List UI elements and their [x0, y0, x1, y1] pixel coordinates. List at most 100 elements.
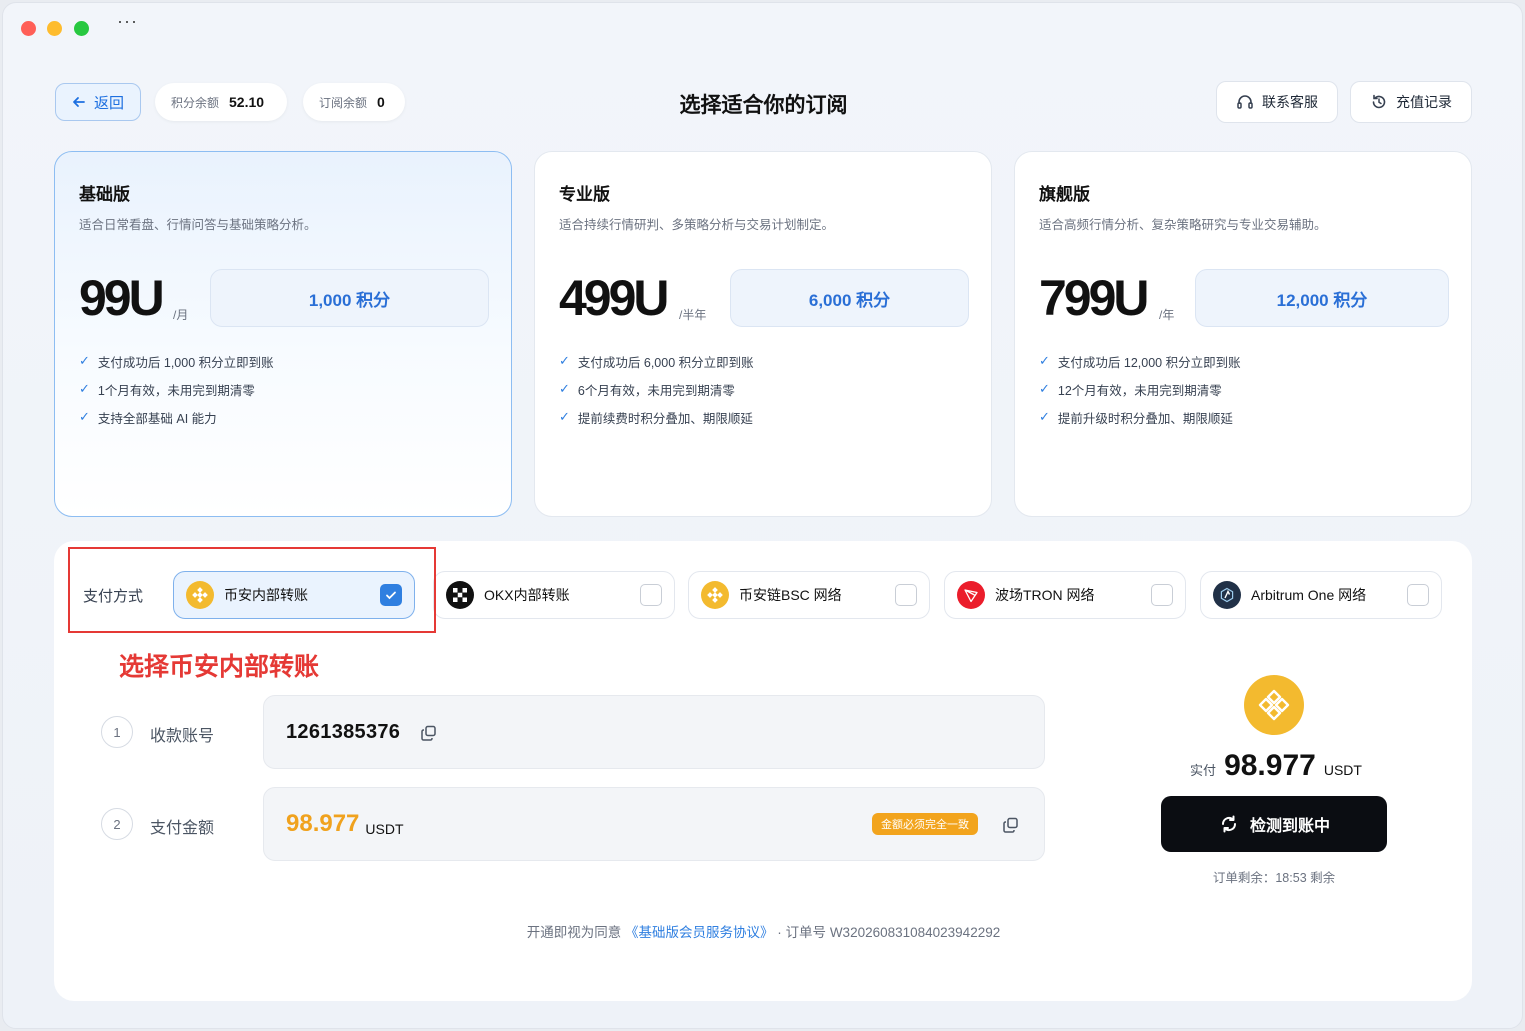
payment-method-name: Arbitrum One 网络: [1251, 587, 1367, 603]
app-window: ··· 返回 积分余额 52.10 订阅余额 0 选择适合你的订阅 联系客服 充…: [2, 2, 1523, 1029]
refresh-icon: [1221, 815, 1236, 833]
plan-period: /半年: [679, 308, 707, 322]
plan-period: /月: [173, 308, 189, 322]
checkbox-checked[interactable]: [380, 584, 402, 606]
binance-icon: [186, 581, 214, 609]
order-number: 订单号 W320260831084023942292: [785, 925, 1001, 940]
binance-coin-icon: [1244, 675, 1304, 735]
plan-credits: 6,000 积分: [730, 269, 969, 327]
more-icon[interactable]: ···: [117, 11, 138, 32]
plan-price: 499U: [559, 270, 670, 326]
minimize-window-button[interactable]: [47, 21, 62, 36]
plan-name: 基础版: [79, 185, 130, 204]
footer-agreement: 开通即视为同意 《基础版会员服务协议》 · 订单号 W3202608310840…: [3, 921, 1522, 941]
feature-item: ✓ 提前续费时积分叠加、期限顺延: [559, 403, 754, 431]
annotation-text: 选择币安内部转账: [119, 653, 320, 681]
maximize-window-button[interactable]: [74, 21, 89, 36]
detect-payment-button[interactable]: 检测到账中: [1161, 796, 1387, 852]
feature-text: 6个月有效，未用完到期清零: [577, 383, 735, 398]
check-icon: ✓: [1039, 409, 1050, 424]
plan-features: ✓ 支付成功后 1,000 积分立即到账 ✓ 1个月有效，未用完到期清零 ✓ 支持全部…: [79, 347, 274, 431]
feature-text: 1个月有效，未用完到期清零: [97, 383, 255, 398]
payment-amount-value: 98.977: [286, 810, 360, 837]
payment-method-name: 波场TRON 网络: [995, 587, 1095, 603]
recharge-history-label: 充值记录: [1396, 94, 1452, 110]
contact-support-label: 联系客服: [1262, 94, 1318, 110]
checkbox[interactable]: [640, 584, 662, 606]
payment-amount-label: 支付金额: [150, 820, 215, 837]
okx-icon: [446, 581, 474, 609]
close-window-button[interactable]: [21, 21, 36, 36]
check-icon: ✓: [559, 353, 570, 368]
amount-paid: 实付 98.977 USDT: [1153, 749, 1399, 783]
payment-amount-unit: USDT: [365, 821, 404, 837]
agreement-prefix: 开通即视为同意: [526, 925, 622, 940]
headset-icon: [1237, 95, 1253, 109]
payment-method-okx-internal[interactable]: OKX内部转账: [433, 571, 675, 619]
payment-amount-field: 98.977 USDT 金额必须完全一致: [263, 787, 1045, 861]
plan-features: ✓ 支付成功后 12,000 积分立即到账 ✓ 12个月有效，未用完到期清零 ✓ 提前…: [1039, 347, 1241, 431]
plan-credits: 1,000 积分: [210, 269, 489, 327]
footer-separator: ·: [777, 925, 782, 940]
receiving-account-label: 收款账号: [150, 728, 215, 745]
plan-price: 99U: [79, 270, 165, 326]
plan-credits: 12,000 积分: [1195, 269, 1449, 327]
feature-text: 支持全部基础 AI 能力: [97, 411, 217, 426]
contact-support-button[interactable]: 联系客服: [1216, 81, 1338, 123]
payment-method-label: 支付方式: [83, 588, 144, 605]
payment-method-binance-internal[interactable]: 币安内部转账: [173, 571, 415, 619]
check-icon: ✓: [1039, 353, 1050, 368]
copy-icon: [1003, 817, 1018, 833]
feature-text: 支付成功后 12,000 积分立即到账: [1057, 355, 1241, 370]
payment-method-tron[interactable]: 波场TRON 网络: [944, 571, 1186, 619]
check-icon: [386, 591, 396, 600]
feature-text: 提前升级时积分叠加、期限顺延: [1057, 411, 1233, 426]
checkbox[interactable]: [895, 584, 917, 606]
feature-item: ✓ 6个月有效，未用完到期清零: [559, 375, 754, 403]
check-icon: ✓: [559, 381, 570, 396]
feature-text: 支付成功后 1,000 积分立即到账: [97, 355, 274, 370]
history-icon: [1372, 94, 1386, 109]
copy-account-button[interactable]: [420, 724, 438, 742]
check-icon: ✓: [79, 409, 90, 424]
plan-description: 适合持续行情研判、多策略分析与交易计划制定。: [559, 218, 835, 232]
amount-paid-label: 实付: [1190, 763, 1217, 778]
payment-method-arbitrum[interactable]: Arbitrum One 网络: [1200, 571, 1442, 619]
payment-method-name: 币安链BSC 网络: [739, 587, 842, 603]
plan-card-pro[interactable]: 专业版 适合持续行情研判、多策略分析与交易计划制定。 499U /半年 6,00…: [534, 151, 992, 517]
payment-method-name: OKX内部转账: [484, 587, 570, 603]
plan-card-basic[interactable]: 基础版 适合日常看盘、行情问答与基础策略分析。 99U /月 1,000 积分 …: [54, 151, 512, 517]
step-number: 2: [101, 808, 133, 840]
bnb-icon: [701, 581, 729, 609]
arbitrum-icon: [1213, 581, 1241, 609]
feature-item: ✓ 支付成功后 6,000 积分立即到账: [559, 347, 754, 375]
feature-item: ✓ 1个月有效，未用完到期清零: [79, 375, 274, 403]
copy-icon: [421, 725, 436, 741]
plan-period: /年: [1159, 308, 1175, 322]
receiving-account-value: 1261385376: [286, 720, 401, 743]
feature-text: 支付成功后 6,000 积分立即到账: [577, 355, 754, 370]
feature-text: 12个月有效，未用完到期清零: [1057, 383, 1222, 398]
checkbox[interactable]: [1407, 584, 1429, 606]
check-icon: ✓: [559, 409, 570, 424]
tron-icon: [957, 581, 985, 609]
recharge-history-button[interactable]: 充值记录: [1350, 81, 1472, 123]
feature-item: ✓ 支付成功后 1,000 积分立即到账: [79, 347, 274, 375]
plan-name: 专业版: [559, 185, 610, 204]
checkbox[interactable]: [1151, 584, 1173, 606]
receiving-account-field: 1261385376: [263, 695, 1045, 769]
service-agreement-link[interactable]: 《基础版会员服务协议》: [625, 925, 774, 940]
payment-method-bsc[interactable]: 币安链BSC 网络: [688, 571, 930, 619]
check-icon: ✓: [79, 353, 90, 368]
feature-item: ✓ 支付成功后 12,000 积分立即到账: [1039, 347, 1241, 375]
check-icon: ✓: [79, 381, 90, 396]
amount-paid-value: 98.977: [1224, 749, 1316, 782]
plan-card-flagship[interactable]: 旗舰版 适合高频行情分析、复杂策略研究与专业交易辅助。 799U /年 12,0…: [1014, 151, 1472, 517]
feature-item: ✓ 12个月有效，未用完到期清零: [1039, 375, 1241, 403]
plan-description: 适合高频行情分析、复杂策略研究与专业交易辅助。: [1039, 218, 1327, 232]
check-icon: ✓: [1039, 381, 1050, 396]
feature-item: ✓ 支持全部基础 AI 能力: [79, 403, 274, 431]
copy-amount-button[interactable]: [1002, 816, 1020, 834]
amount-must-match-badge: 金额必须完全一致: [872, 813, 978, 835]
plan-price: 799U: [1039, 270, 1150, 326]
